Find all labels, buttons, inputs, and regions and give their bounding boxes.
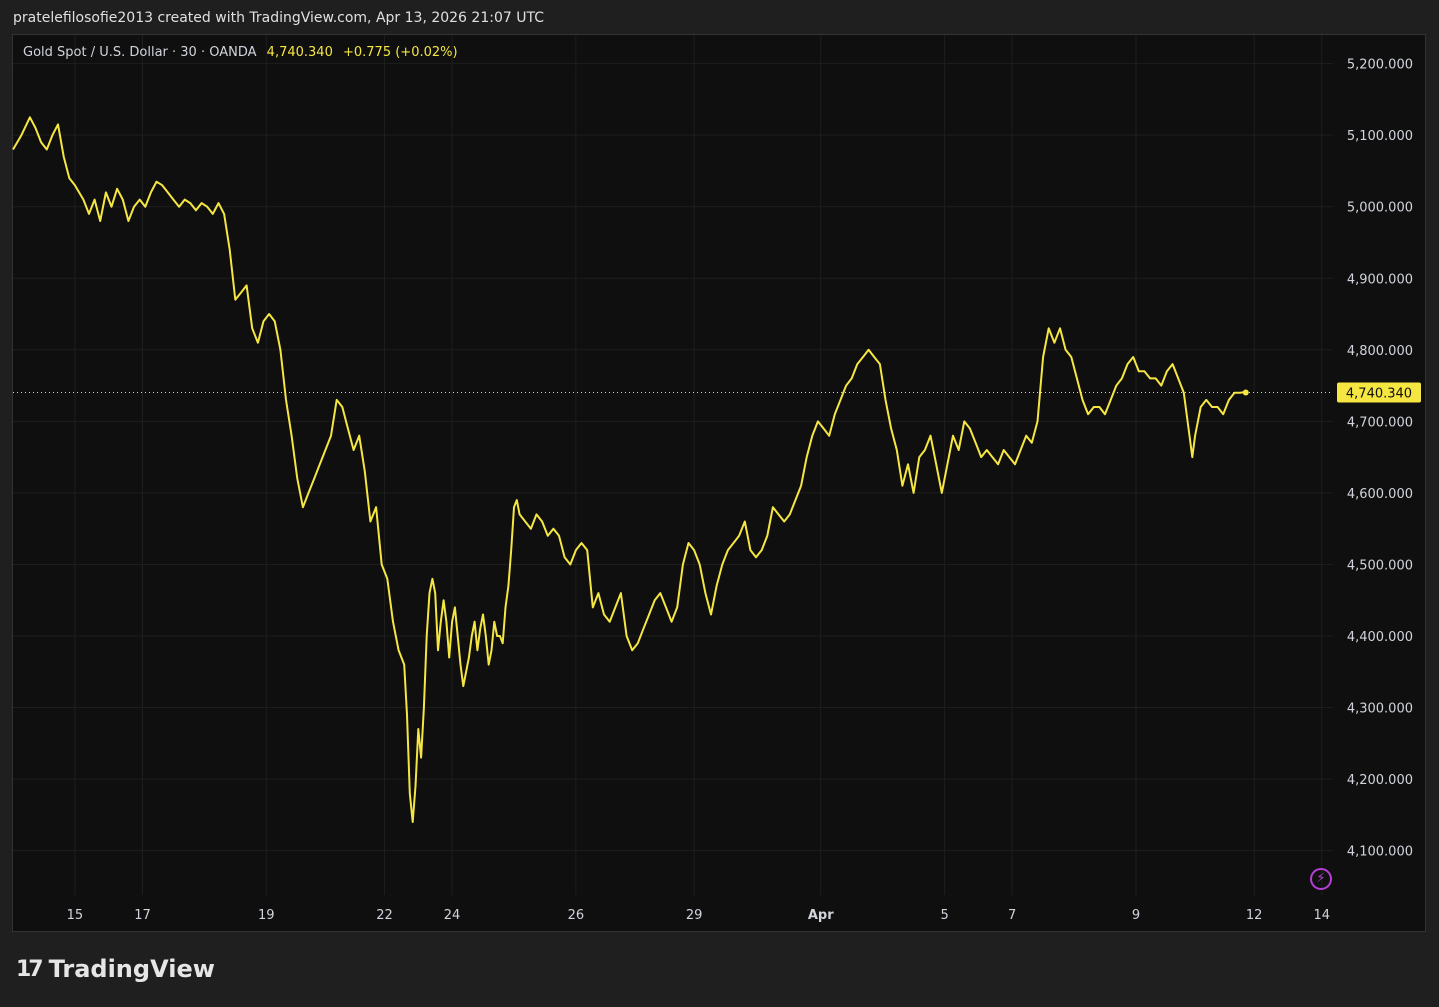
y-tick-label: 5,000.000: [1347, 201, 1413, 216]
y-tick-label: 4,500.000: [1347, 558, 1413, 573]
gold-price-series-line: [12, 116, 1246, 823]
x-tick-label: 17: [134, 908, 151, 923]
y-axis[interactable]: 5,200.000 5,100.000 5,000.000 4,900.000 4,80…: [1347, 58, 1413, 860]
y-tick-label: 4,200.000: [1347, 773, 1413, 788]
x-tick-label: 7: [1008, 908, 1016, 923]
x-tick-label: Apr: [808, 908, 834, 923]
x-tick-label: 15: [67, 908, 84, 923]
y-tick-label: 4,900.000: [1347, 272, 1413, 287]
y-tick-label: 4,400.000: [1347, 630, 1413, 645]
tradingview-wordmark: TradingView: [48, 955, 215, 983]
symbol-legend[interactable]: Gold Spot / U.S. Dollar · 30 · OANDA 4,7…: [23, 45, 458, 60]
y-tick-label: 4,600.000: [1347, 487, 1413, 502]
y-tick-label: 5,100.000: [1347, 129, 1413, 144]
x-tick-label: 26: [568, 908, 585, 923]
y-tick-label: 4,300.000: [1347, 702, 1413, 717]
y-tick-label: 5,200.000: [1347, 58, 1413, 73]
x-tick-label: 9: [1132, 908, 1140, 923]
y-tick-label: 4,700.000: [1347, 415, 1413, 430]
x-tick-label: 12: [1246, 908, 1263, 923]
x-tick-label: 5: [940, 908, 948, 923]
y-tick-label: 4,800.000: [1347, 344, 1413, 359]
last-price-tag: 4,740.340: [1337, 382, 1421, 403]
last-price-marker: [1242, 389, 1249, 396]
last-price-tag-label: 4,740.340: [1346, 386, 1412, 401]
x-tick-label: 14: [1313, 908, 1330, 923]
tradingview-logo[interactable]: 17 TradingView: [16, 955, 215, 983]
legend-change: +0.775 (+0.02%): [342, 45, 458, 60]
y-tick-label: 4,100.000: [1347, 845, 1413, 860]
lightning-alert-icon[interactable]: ⚡: [1310, 868, 1332, 890]
symbol-description: Gold Spot / U.S. Dollar · 30 · OANDA: [23, 45, 257, 60]
x-tick-label: 24: [444, 908, 461, 923]
legend-last-price: 4,740.340: [266, 45, 333, 60]
x-axis[interactable]: 15 17 19 22 24 26 29 Apr 5 7 9 12 14: [67, 908, 1330, 923]
price-chart[interactable]: 5,200.000 5,100.000 5,000.000 4,900.000 4,80…: [0, 0, 1439, 1007]
grid-lines: [13, 35, 1333, 895]
x-tick-label: 22: [376, 908, 393, 923]
x-tick-label: 19: [258, 908, 275, 923]
tradingview-logo-icon: 17: [16, 956, 44, 982]
x-tick-label: 29: [686, 908, 703, 923]
